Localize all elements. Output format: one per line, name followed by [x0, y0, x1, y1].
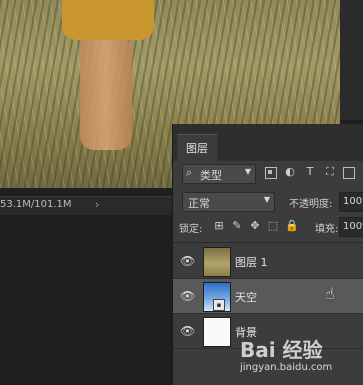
status-menu-arrow[interactable]: ›	[95, 198, 99, 211]
layer-name: 天空	[235, 291, 257, 304]
canvas-edge-panel	[340, 0, 363, 120]
layer-filter-row: ⌕ 类型 ▼ ◐ T ⛶	[173, 164, 363, 186]
eye-icon[interactable]: 👁	[180, 324, 195, 338]
lock-artboard-icon[interactable]: ⬚	[267, 219, 279, 233]
eye-icon[interactable]: 👁	[180, 289, 195, 303]
lock-transparent-pixels-icon[interactable]: ⊞	[213, 219, 225, 233]
chevron-down-icon: ▼	[263, 195, 270, 204]
lock-position-icon[interactable]: ✥	[249, 219, 261, 233]
baidu-watermark: Bai 经验	[240, 338, 323, 362]
filter-kind-label: 类型	[200, 169, 222, 182]
blend-mode-value: 正常	[188, 197, 210, 210]
layer-name: 图层 1	[235, 256, 268, 269]
panel-tab-bar: 图层	[173, 124, 363, 162]
photo-subject-legs	[80, 40, 132, 150]
layer-thumbnail	[203, 317, 231, 347]
lock-row: 锁定: ⊞ ✎ ✥ ⬚ 🔒 填充: 100%	[173, 217, 363, 237]
status-bar: 53.1M/101.1M ›	[0, 196, 175, 215]
smart-object-badge-icon: ▪	[213, 299, 225, 311]
hand-cursor-icon: ☝	[325, 284, 335, 303]
lock-icons: ⊞ ✎ ✥ ⬚ 🔒	[213, 219, 299, 233]
image-filter-icon[interactable]	[265, 167, 277, 179]
opacity-label: 不透明度:	[289, 199, 333, 210]
lock-label: 锁定:	[179, 224, 203, 235]
search-icon: ⌕	[186, 166, 193, 179]
fill-input[interactable]: 100%	[339, 217, 363, 237]
document-size-readout: 53.1M/101.1M	[0, 199, 72, 210]
watermark-url: jingyan.baidu.com	[240, 362, 333, 373]
type-filter-icon[interactable]: T	[303, 165, 317, 179]
blend-mode-select[interactable]: 正常 ▼	[182, 192, 275, 212]
lock-image-pixels-icon[interactable]: ✎	[231, 219, 243, 233]
layer-row-layer1[interactable]: 👁 图层 1	[173, 244, 363, 279]
photo-subject-dress	[62, 0, 154, 40]
opacity-input[interactable]: 100%	[339, 192, 363, 212]
layer-kind-filter-select[interactable]: ⌕ 类型 ▼	[182, 164, 256, 184]
fill-label: 填充:	[315, 224, 339, 235]
layer-thumbnail	[203, 247, 231, 277]
lock-all-icon[interactable]: 🔒	[285, 219, 299, 233]
tab-layers[interactable]: 图层	[177, 134, 217, 162]
eye-icon[interactable]: 👁	[180, 254, 195, 268]
panel-divider	[173, 242, 363, 243]
shape-filter-icon[interactable]: ⛶	[323, 165, 337, 179]
filter-icons: ◐ T ⛶	[265, 165, 355, 183]
chevron-down-icon: ▼	[244, 167, 251, 176]
adjustment-filter-icon[interactable]: ◐	[283, 165, 297, 179]
smart-object-filter-icon[interactable]	[343, 167, 355, 179]
blend-row: 正常 ▼ 不透明度: 100%	[173, 192, 363, 212]
